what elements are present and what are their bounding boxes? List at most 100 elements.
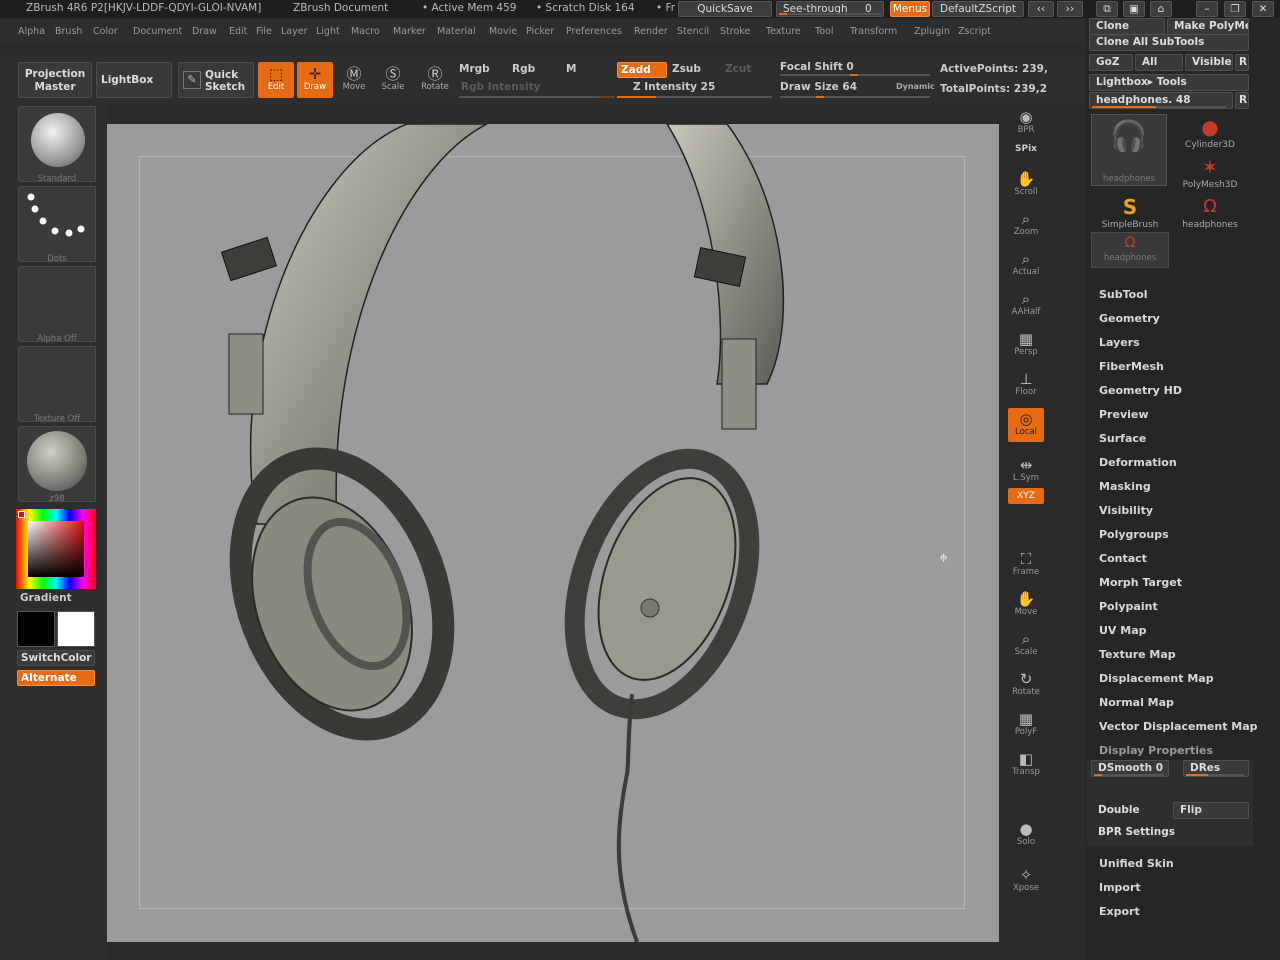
tool-tile-polymesh3d[interactable]: ✶ PolyMesh3D: [1171, 154, 1249, 192]
zsub-button[interactable]: Zsub: [672, 63, 701, 75]
lightbox-tools-button[interactable]: Lightbox▸ Tools: [1089, 74, 1249, 91]
palette-export[interactable]: Export: [1099, 905, 1140, 918]
dsmooth-slider[interactable]: DSmooth 0: [1091, 760, 1169, 777]
palette-display-properties[interactable]: Display Properties: [1099, 744, 1213, 757]
dynamic-toggle[interactable]: Dynamic: [896, 82, 935, 91]
lock-icon[interactable]: ⌂: [1150, 1, 1172, 17]
shelf-zoom-button[interactable]: ⌕ Zoom: [1008, 208, 1044, 242]
scroll-right-icon[interactable]: ››: [1057, 1, 1083, 17]
menu-draw[interactable]: Draw: [192, 26, 217, 37]
palette-normal-map[interactable]: Normal Map: [1099, 696, 1174, 709]
quicksave-button[interactable]: QuickSave: [678, 1, 772, 17]
shelf-polyf-button[interactable]: ▦ PolyF: [1008, 708, 1044, 742]
bpr-settings-button[interactable]: BPR Settings: [1091, 824, 1249, 841]
clone-button[interactable]: Clone: [1089, 18, 1165, 35]
palette-polypaint[interactable]: Polypaint: [1099, 600, 1158, 613]
menu-zscript[interactable]: Zscript: [958, 26, 991, 37]
menu-file[interactable]: File: [256, 26, 272, 37]
shelf-solo-button[interactable]: ● Solo: [1008, 818, 1044, 852]
palette-contact[interactable]: Contact: [1099, 552, 1147, 565]
palette-surface[interactable]: Surface: [1099, 432, 1146, 445]
dres-slider[interactable]: DRes: [1183, 760, 1249, 777]
material-thumbnail[interactable]: z98: [18, 426, 96, 504]
palette-unified-skin[interactable]: Unified Skin: [1099, 857, 1174, 870]
rotate-button[interactable]: Ⓡ Rotate: [416, 62, 454, 100]
rgb-button[interactable]: Rgb: [512, 63, 535, 75]
shelf-transp-button[interactable]: ◧ Transp: [1008, 748, 1044, 782]
shelf-lsym-button[interactable]: ⇹ L.Sym: [1008, 454, 1044, 488]
shelf-local-button[interactable]: ◎ Local: [1008, 408, 1044, 442]
quick-sketch-button[interactable]: ✎ Quick Sketch: [178, 62, 254, 98]
menu-brush[interactable]: Brush: [55, 26, 82, 37]
shelf-frame-button[interactable]: ⛶ Frame: [1008, 548, 1044, 582]
color-picker[interactable]: [16, 509, 96, 589]
current-tool-slider[interactable]: headphones. 48: [1089, 92, 1233, 109]
lightbox-button[interactable]: LightBox: [96, 62, 172, 98]
menu-light[interactable]: Light: [316, 26, 340, 37]
tool-tile-headphones-2[interactable]: Ω headphones: [1091, 232, 1169, 268]
shelf-xpose-button[interactable]: ✧ Xpose: [1008, 864, 1044, 898]
shelf-rotate-button[interactable]: ↻ Rotate: [1008, 668, 1044, 702]
alternate-button[interactable]: Alternate: [17, 670, 95, 686]
texture-thumbnail[interactable]: Texture Off: [18, 346, 96, 424]
restore-icon[interactable]: ❐: [1224, 1, 1246, 17]
shelf-xyz-button[interactable]: XYZ: [1008, 488, 1044, 504]
zadd-button[interactable]: Zadd: [617, 62, 667, 78]
menu-edit[interactable]: Edit: [229, 26, 247, 37]
zcut-button[interactable]: Zcut: [725, 63, 751, 75]
mrgb-button[interactable]: Mrgb: [459, 63, 490, 75]
shelf-scale-button[interactable]: ⌕ Scale: [1008, 628, 1044, 662]
shelf-move-button[interactable]: ✋ Move: [1008, 588, 1044, 622]
make-polymesh-button[interactable]: Make PolyMesh3D: [1167, 18, 1249, 35]
minimize-icon[interactable]: –: [1196, 1, 1218, 17]
default-zscript-button[interactable]: DefaultZScript: [932, 1, 1024, 17]
brush-thumbnail[interactable]: Standard: [18, 106, 96, 184]
r-button[interactable]: R: [1235, 54, 1249, 71]
move-button[interactable]: Ⓜ Move: [335, 62, 373, 100]
edit-button[interactable]: ⬚ Edit: [258, 62, 294, 98]
switchcolor-button[interactable]: SwitchColor: [17, 650, 95, 666]
z-intensity-slider[interactable]: Z Intensity 25: [633, 81, 715, 93]
double-button[interactable]: Double: [1091, 802, 1169, 819]
shelf-persp-button[interactable]: ▦ Persp: [1008, 328, 1044, 362]
menu-stroke[interactable]: Stroke: [720, 26, 750, 37]
palette-displacement-map[interactable]: Displacement Map: [1099, 672, 1214, 685]
scale-button[interactable]: Ⓢ Scale: [374, 62, 412, 100]
palette-import[interactable]: Import: [1099, 881, 1141, 894]
m-button[interactable]: M: [566, 63, 576, 75]
menu-picker[interactable]: Picker: [526, 26, 554, 37]
menu-macro[interactable]: Macro: [351, 26, 380, 37]
menu-layer[interactable]: Layer: [281, 26, 308, 37]
alpha-thumbnail[interactable]: Alpha Off: [18, 266, 96, 344]
palette-subtool[interactable]: SubTool: [1099, 288, 1148, 301]
flip-button[interactable]: Flip: [1173, 802, 1249, 819]
menu-zplugin[interactable]: Zplugin: [914, 26, 950, 37]
stroke-thumbnail[interactable]: Dots: [18, 186, 96, 264]
menu-transform[interactable]: Transform: [850, 26, 897, 37]
menu-color[interactable]: Color: [93, 26, 118, 37]
shelf-scroll-button[interactable]: ✋ Scroll: [1008, 168, 1044, 202]
palette-vector-displacement-map[interactable]: Vector Displacement Map: [1099, 720, 1258, 733]
tool-tile-headphones-active[interactable]: 🎧 headphones: [1091, 114, 1167, 186]
layout-icon[interactable]: ▣: [1123, 1, 1145, 17]
palette-texture-map[interactable]: Texture Map: [1099, 648, 1176, 661]
shelf-actual-button[interactable]: ⌕ Actual: [1008, 248, 1044, 282]
draw-size-slider[interactable]: Draw Size 64: [780, 81, 857, 93]
shelf-bpr-button[interactable]: ◉ BPR: [1008, 106, 1044, 140]
focal-shift-slider[interactable]: Focal Shift 0: [780, 61, 854, 73]
goz-button[interactable]: GoZ: [1089, 54, 1133, 71]
clone-all-subtools-button[interactable]: Clone All SubTools: [1089, 34, 1249, 51]
menu-preferences[interactable]: Preferences: [566, 26, 622, 37]
palette-geometry[interactable]: Geometry: [1099, 312, 1160, 325]
color-square[interactable]: [28, 521, 84, 577]
tool-tile-headphones[interactable]: Ω headphones: [1171, 194, 1249, 232]
shelf-spix-button[interactable]: SPix: [1008, 144, 1044, 160]
menu-render[interactable]: Render: [634, 26, 668, 37]
shelf-floor-button[interactable]: ⊥ Floor: [1008, 368, 1044, 402]
menu-movie[interactable]: Movie: [489, 26, 517, 37]
palette-uv-map[interactable]: UV Map: [1099, 624, 1147, 637]
palette-masking[interactable]: Masking: [1099, 480, 1151, 493]
menu-document[interactable]: Document: [133, 26, 182, 37]
primary-color-swatch[interactable]: [17, 611, 55, 647]
menu-stencil[interactable]: Stencil: [677, 26, 709, 37]
